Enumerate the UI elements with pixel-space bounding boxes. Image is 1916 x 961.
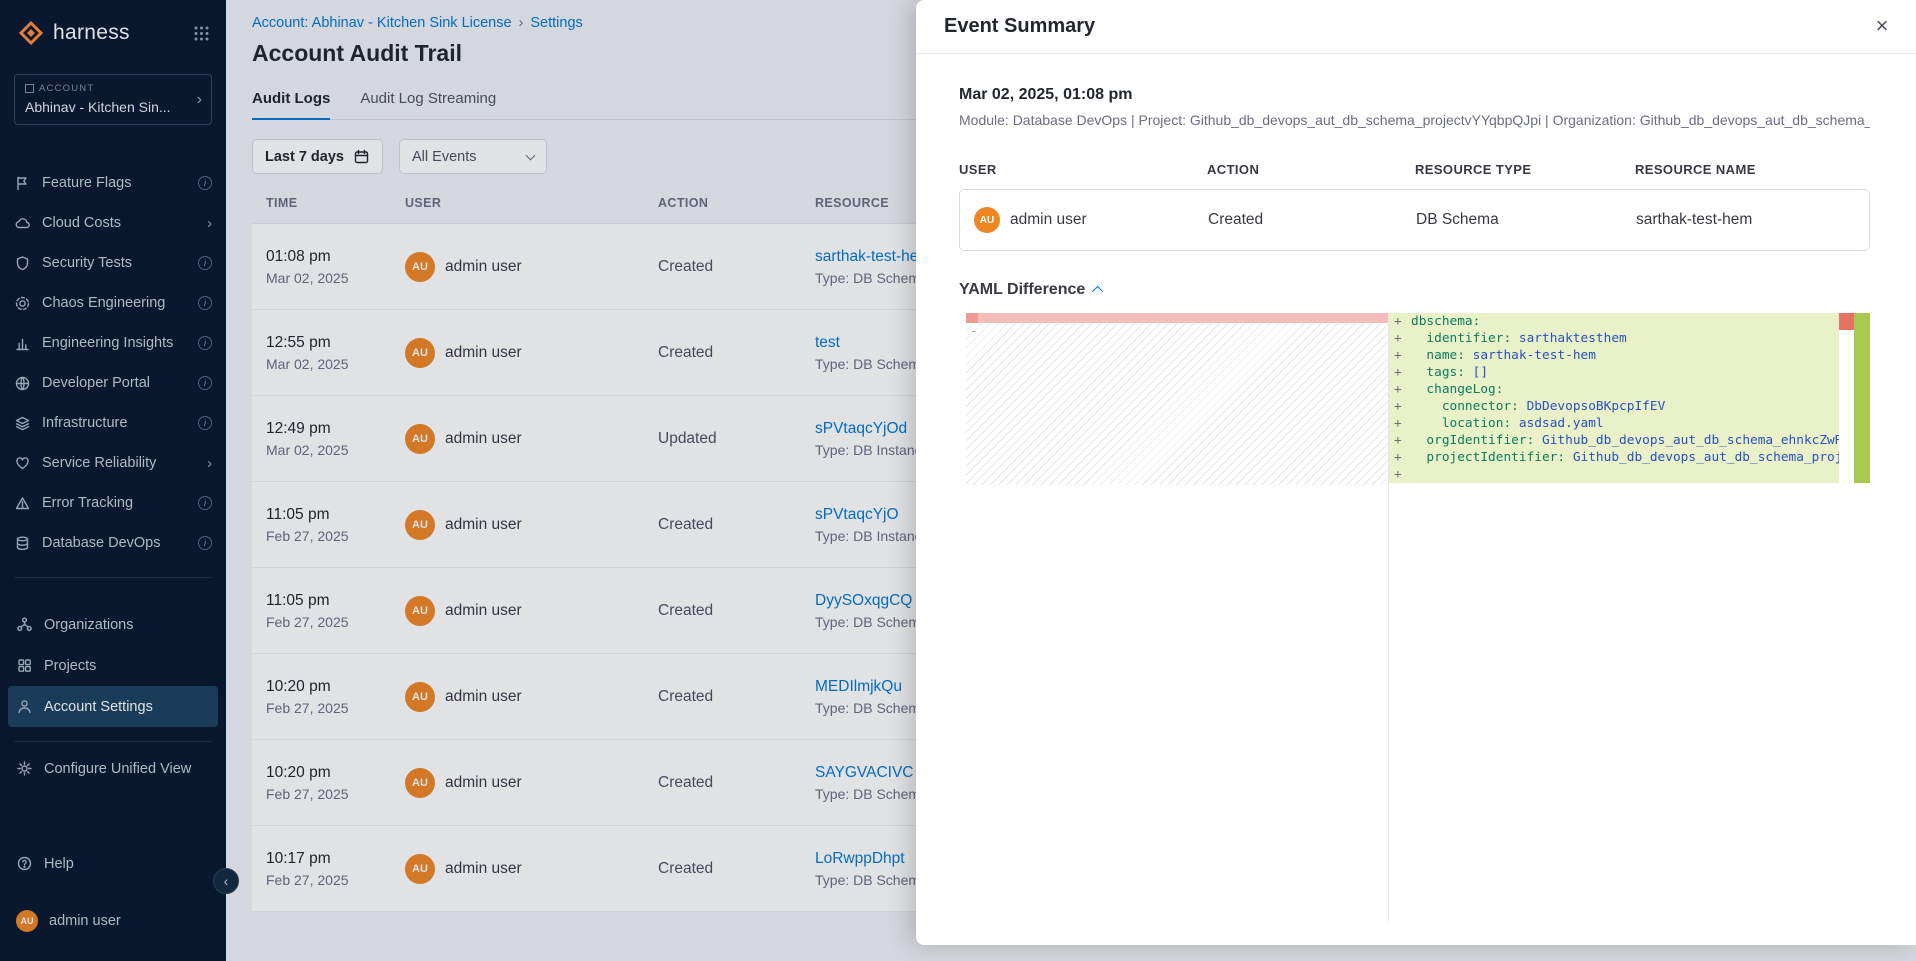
yaml-value: [] bbox=[1473, 365, 1488, 380]
user-avatar: AU bbox=[974, 207, 1000, 233]
yaml-added-line: namesarthak-test-hem bbox=[1389, 347, 1839, 364]
diff-deleted-bar bbox=[966, 313, 1388, 323]
diff-empty-hatch bbox=[966, 323, 1388, 485]
drawer-title: Event Summary bbox=[944, 15, 1095, 38]
yaml-difference-toggle[interactable]: YAML Difference bbox=[959, 281, 1870, 299]
user-cell: AU admin user bbox=[974, 207, 1208, 233]
column-header-resource-type: RESOURCE TYPE bbox=[1415, 162, 1635, 177]
yaml-value: sarthak-test-hem bbox=[1473, 348, 1596, 363]
yaml-added-line: connectorDbDevopsoBKpcpIfEV bbox=[1389, 398, 1839, 415]
yaml-key: tags bbox=[1411, 365, 1473, 380]
yaml-added-line bbox=[1389, 466, 1839, 483]
action-label: Created bbox=[1208, 211, 1416, 229]
drawer-header: Event Summary bbox=[916, 0, 1916, 54]
summary-row: AU admin user Created DB Schema sarthak-… bbox=[959, 189, 1870, 251]
yaml-added-line: tags[] bbox=[1389, 364, 1839, 381]
yaml-key: identifier bbox=[1411, 331, 1519, 346]
event-summary-drawer: Event Summary Mar 02, 2025, 01:08 pm Mod… bbox=[916, 0, 1916, 945]
event-timestamp: Mar 02, 2025, 01:08 pm bbox=[959, 86, 1870, 104]
diff-modified-pane: dbschema identifiersarthaktesthem namesa… bbox=[1389, 313, 1839, 483]
yaml-added-line: dbschema bbox=[1389, 313, 1839, 330]
yaml-key: dbschema bbox=[1411, 314, 1488, 329]
yaml-key: projectIdentifier bbox=[1411, 450, 1573, 465]
column-header-user: USER bbox=[959, 162, 1207, 177]
column-header-action: ACTION bbox=[1207, 162, 1415, 177]
yaml-added-line: identifiersarthaktesthem bbox=[1389, 330, 1839, 347]
yaml-value: asdsad.yaml bbox=[1519, 416, 1604, 431]
column-header-resource-name: RESOURCE NAME bbox=[1635, 162, 1870, 177]
event-meta: Module: Database DevOps | Project: Githu… bbox=[959, 112, 1870, 128]
yaml-key: orgIdentifier bbox=[1411, 433, 1542, 448]
yaml-key: changeLog bbox=[1411, 382, 1511, 397]
resource-type: DB Schema bbox=[1416, 211, 1636, 229]
user-name: admin user bbox=[1010, 211, 1087, 229]
yaml-added-line: locationasdsad.yaml bbox=[1389, 415, 1839, 432]
yaml-key: location bbox=[1411, 416, 1519, 431]
drawer-body: Mar 02, 2025, 01:08 pm Module: Database … bbox=[916, 54, 1916, 921]
yaml-diff-viewer[interactable]: dbschema identifiersarthaktesthem namesa… bbox=[966, 313, 1870, 921]
yaml-added-line: projectIdentifierGithub_db_devops_aut_db… bbox=[1389, 449, 1839, 466]
diff-original-pane bbox=[966, 313, 1388, 485]
chevron-up-icon bbox=[1092, 286, 1103, 297]
yaml-added-line: changeLog bbox=[1389, 381, 1839, 398]
diff-minimap-deletion bbox=[1839, 313, 1854, 330]
yaml-key: name bbox=[1411, 348, 1473, 363]
yaml-difference-label: YAML Difference bbox=[959, 281, 1085, 299]
summary-header: USER ACTION RESOURCE TYPE RESOURCE NAME bbox=[959, 162, 1870, 177]
yaml-value: DbDevopsoBKpcpIfEV bbox=[1527, 399, 1666, 414]
close-icon[interactable] bbox=[1868, 12, 1896, 40]
yaml-value: Github_db_devops_aut_db_schema_ehnkcZwRb… bbox=[1542, 433, 1839, 448]
yaml-value: Github_db_devops_aut_db_schema_projectvY… bbox=[1573, 450, 1839, 465]
diff-minimap-addition[interactable] bbox=[1854, 313, 1870, 483]
yaml-value: sarthaktesthem bbox=[1519, 331, 1627, 346]
yaml-key: connector bbox=[1411, 399, 1527, 414]
resource-name: sarthak-test-hem bbox=[1636, 211, 1869, 229]
yaml-added-line: orgIdentifierGithub_db_devops_aut_db_sch… bbox=[1389, 432, 1839, 449]
minus-gutter-icon bbox=[970, 324, 978, 339]
